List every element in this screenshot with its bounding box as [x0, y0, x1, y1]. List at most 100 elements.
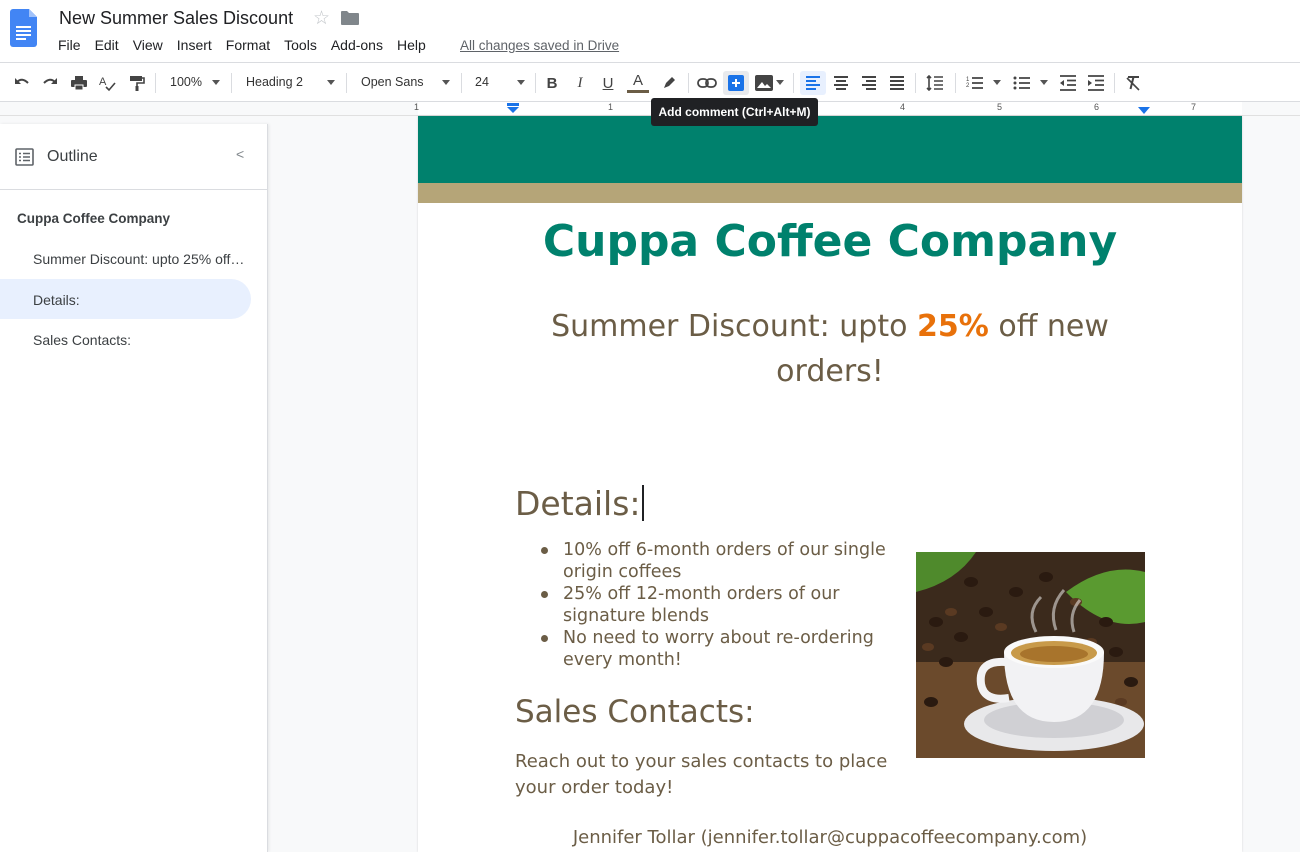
clear-formatting-icon[interactable]: [1121, 71, 1145, 95]
sales-contacts-paragraph[interactable]: Reach out to your sales contacts to plac…: [515, 749, 895, 801]
paint-format-icon[interactable]: [124, 71, 148, 95]
outline-list-icon: [15, 148, 34, 166]
ruler-number: 1: [414, 102, 420, 112]
google-docs-logo-icon[interactable]: [10, 9, 37, 47]
chevron-down-icon[interactable]: [993, 80, 1001, 85]
details-heading[interactable]: Details:: [515, 484, 644, 523]
line-spacing-icon[interactable]: [923, 71, 947, 95]
svg-text:2: 2: [966, 83, 970, 89]
numbered-list-icon[interactable]: 12: [963, 71, 987, 95]
ruler-number: 7: [1191, 102, 1197, 112]
font-size-select[interactable]: 24: [475, 75, 489, 89]
insert-image-icon[interactable]: [753, 71, 775, 95]
add-comment-icon[interactable]: [723, 71, 749, 95]
document-title[interactable]: New Summer Sales Discount: [59, 8, 293, 29]
svg-text:A: A: [99, 76, 107, 88]
menu-edit[interactable]: Edit: [95, 37, 119, 53]
ruler-paper-area: [418, 102, 1242, 115]
decrease-indent-icon[interactable]: [1056, 71, 1080, 95]
title-bar: New Summer Sales Discount ☆ File Edit Vi…: [0, 0, 1300, 62]
justify-icon[interactable]: [885, 71, 909, 95]
ruler[interactable]: 1 1 2 3 4 5 6 7: [0, 102, 1300, 116]
toolbar-divider: [461, 73, 462, 93]
toolbar-divider: [155, 73, 156, 93]
menu-view[interactable]: View: [133, 37, 163, 53]
text-cursor: [641, 485, 644, 521]
outline-header: Outline <: [0, 124, 268, 190]
add-comment-tooltip: Add comment (Ctrl+Alt+M): [651, 98, 818, 126]
align-right-icon[interactable]: [857, 71, 881, 95]
italic-button[interactable]: I: [569, 71, 591, 95]
discount-percentage: 25%: [916, 309, 989, 344]
menu-insert[interactable]: Insert: [177, 37, 212, 53]
undo-icon[interactable]: [10, 71, 34, 95]
details-bullet-list[interactable]: 10% off 6-month orders of our single ori…: [539, 539, 899, 671]
toolbar-divider: [346, 73, 347, 93]
chevron-down-icon[interactable]: [517, 80, 525, 85]
menu-bar: File Edit View Insert Format Tools Add-o…: [58, 37, 440, 53]
chevron-down-icon[interactable]: [1040, 80, 1048, 85]
chevron-down-icon[interactable]: [776, 80, 784, 85]
increase-indent-icon[interactable]: [1084, 71, 1108, 95]
toolbar-divider: [688, 73, 689, 93]
folder-icon[interactable]: [341, 11, 359, 25]
chevron-down-icon[interactable]: [212, 80, 220, 85]
menu-format[interactable]: Format: [226, 37, 270, 53]
ruler-number: 1: [608, 102, 614, 112]
discount-text-start: Summer Discount: upto: [551, 309, 917, 344]
list-item[interactable]: No need to worry about re-ordering every…: [539, 627, 899, 671]
font-select[interactable]: Open Sans: [361, 75, 424, 89]
menu-file[interactable]: File: [58, 37, 81, 53]
outline-item[interactable]: Summer Discount: upto 25% off…: [33, 251, 244, 267]
outline-title: Outline: [47, 148, 98, 165]
ruler-number: 5: [997, 102, 1003, 112]
star-icon[interactable]: ☆: [313, 7, 330, 30]
contact-line[interactable]: Jennifer Tollar (jennifer.tollar@cuppaco…: [418, 827, 1242, 848]
coffee-cup-image[interactable]: [916, 552, 1145, 758]
list-item[interactable]: 25% off 12-month orders of our signature…: [539, 583, 899, 627]
zoom-select[interactable]: 100%: [170, 75, 202, 89]
toolbar-divider: [915, 73, 916, 93]
link-icon[interactable]: [695, 71, 719, 95]
sales-contacts-heading[interactable]: Sales Contacts:: [515, 694, 755, 730]
menu-tools[interactable]: Tools: [284, 37, 317, 53]
toolbar-divider: [231, 73, 232, 93]
list-item[interactable]: 10% off 6-month orders of our single ori…: [539, 539, 899, 583]
bold-button[interactable]: B: [541, 71, 563, 95]
chevron-left-icon[interactable]: <: [236, 146, 244, 162]
align-left-icon[interactable]: [800, 71, 826, 95]
text-color-button[interactable]: A: [627, 71, 649, 93]
bulleted-list-icon[interactable]: [1010, 71, 1034, 95]
toolbar-divider: [535, 73, 536, 93]
style-select[interactable]: Heading 2: [246, 75, 303, 89]
toolbar-divider: [955, 73, 956, 93]
chevron-down-icon[interactable]: [442, 80, 450, 85]
right-indent-marker-icon[interactable]: [1137, 105, 1151, 115]
header-banner-gold: [418, 183, 1242, 203]
outline-item[interactable]: Sales Contacts:: [33, 332, 131, 348]
redo-icon[interactable]: [38, 71, 62, 95]
discount-heading[interactable]: Summer Discount: upto 25% off new orders…: [500, 304, 1160, 394]
highlight-icon[interactable]: [658, 71, 680, 95]
print-icon[interactable]: [67, 71, 91, 95]
save-status-link[interactable]: All changes saved in Drive: [460, 38, 619, 53]
align-center-icon[interactable]: [829, 71, 853, 95]
ruler-number: 6: [1094, 102, 1100, 112]
toolbar-divider: [1114, 73, 1115, 93]
toolbar-divider: [793, 73, 794, 93]
company-title-heading[interactable]: Cuppa Coffee Company: [418, 216, 1242, 267]
header-banner-green: [418, 116, 1242, 183]
chevron-down-icon[interactable]: [327, 80, 335, 85]
spellcheck-icon[interactable]: A: [95, 71, 119, 95]
menu-help[interactable]: Help: [397, 37, 426, 53]
ruler-number: 4: [900, 102, 906, 112]
toolbar: A 100% Heading 2 Open Sans 24 B I U A 1 …: [0, 62, 1300, 102]
underline-button[interactable]: U: [597, 71, 619, 95]
outline-item[interactable]: Cuppa Coffee Company: [17, 211, 170, 226]
menu-add-ons[interactable]: Add-ons: [331, 37, 383, 53]
details-heading-text: Details:: [515, 484, 641, 523]
left-indent-marker-icon[interactable]: [506, 103, 520, 115]
outline-panel: Outline < Cuppa Coffee Company Summer Di…: [0, 124, 268, 852]
document-page[interactable]: Cuppa Coffee Company Summer Discount: up…: [418, 116, 1242, 852]
outline-item-active[interactable]: Details:: [33, 292, 80, 308]
